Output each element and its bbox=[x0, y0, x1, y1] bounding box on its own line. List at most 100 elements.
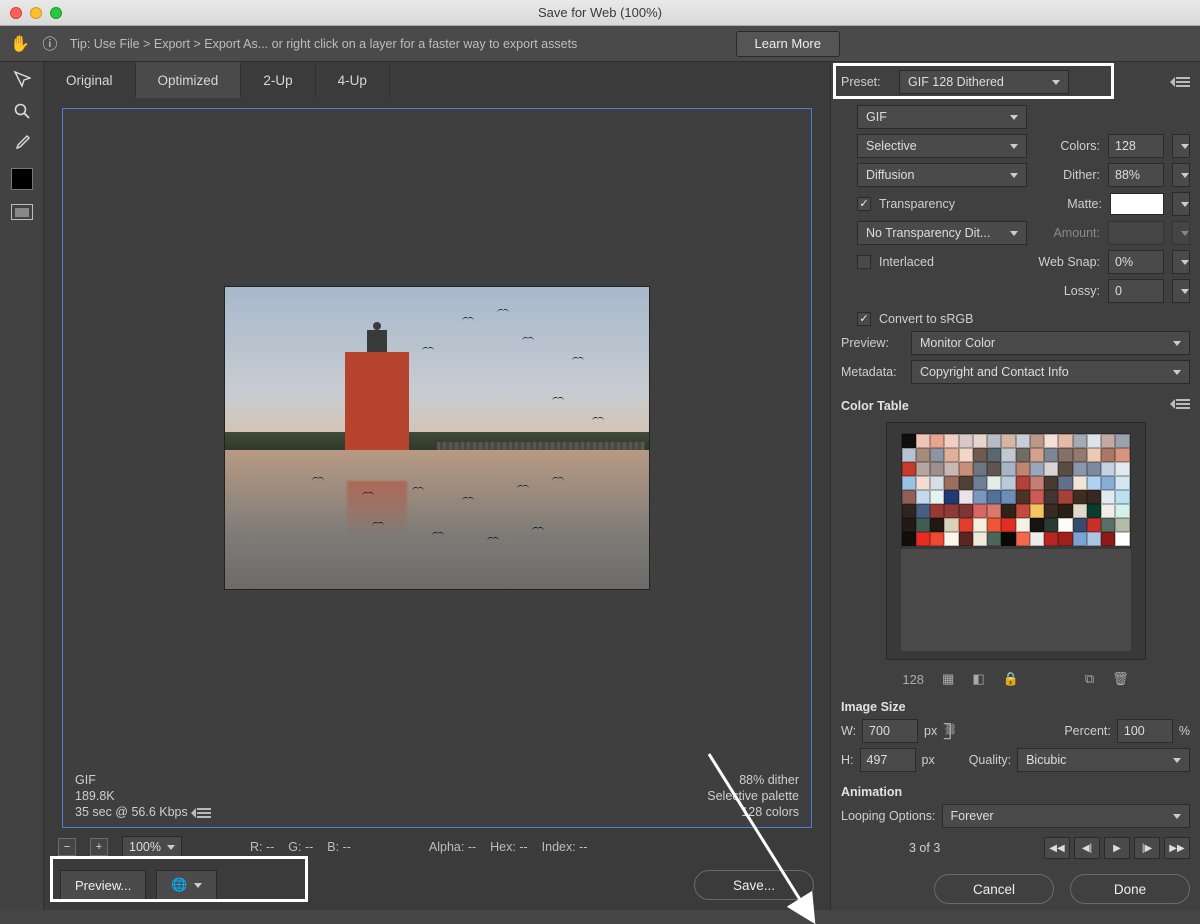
ct-cube-icon[interactable]: ◧ bbox=[972, 671, 984, 687]
reduction-select[interactable]: Selective bbox=[857, 134, 1027, 158]
color-table-cell[interactable] bbox=[916, 448, 930, 462]
color-table-cell[interactable] bbox=[916, 518, 930, 532]
color-table-cell[interactable] bbox=[1101, 490, 1115, 504]
color-table-cell[interactable] bbox=[1058, 476, 1072, 490]
color-table-cell[interactable] bbox=[973, 518, 987, 532]
color-table-cell[interactable] bbox=[916, 532, 930, 546]
color-table-cell[interactable] bbox=[973, 504, 987, 518]
color-table-cell[interactable] bbox=[1073, 490, 1087, 504]
ct-trash-icon[interactable]: 🗑 bbox=[1112, 671, 1129, 687]
color-table-cell[interactable] bbox=[902, 490, 916, 504]
color-table-cell[interactable] bbox=[1087, 504, 1101, 518]
color-table-cell[interactable] bbox=[1044, 518, 1058, 532]
color-table-cell[interactable] bbox=[902, 476, 916, 490]
interlaced-checkbox[interactable] bbox=[857, 255, 871, 269]
color-table-cell[interactable] bbox=[1001, 434, 1015, 448]
color-table-cell[interactable] bbox=[916, 462, 930, 476]
preview-button[interactable]: Preview... bbox=[60, 870, 146, 900]
color-table-cell[interactable] bbox=[1030, 448, 1044, 462]
lossy-stepper[interactable] bbox=[1172, 279, 1190, 303]
color-table-cell[interactable] bbox=[1073, 448, 1087, 462]
color-table-cell[interactable] bbox=[1016, 462, 1030, 476]
color-table-cell[interactable] bbox=[1016, 476, 1030, 490]
color-table-cell[interactable] bbox=[930, 532, 944, 546]
color-table-cell[interactable] bbox=[1087, 518, 1101, 532]
color-table-cell[interactable] bbox=[1030, 504, 1044, 518]
matte-swatch[interactable] bbox=[1110, 193, 1164, 215]
color-table-cell[interactable] bbox=[930, 448, 944, 462]
color-table-cell[interactable] bbox=[1016, 518, 1030, 532]
color-table-cell[interactable] bbox=[902, 518, 916, 532]
quality-select[interactable]: Bicubic bbox=[1017, 748, 1190, 772]
color-table-cell[interactable] bbox=[959, 504, 973, 518]
color-table-cell[interactable] bbox=[1001, 462, 1015, 476]
preview-profile-select[interactable]: Monitor Color bbox=[911, 331, 1190, 355]
color-table-cell[interactable] bbox=[916, 476, 930, 490]
color-table-cell[interactable] bbox=[1073, 462, 1087, 476]
color-table-cell[interactable] bbox=[1001, 476, 1015, 490]
dither-input[interactable]: 88% bbox=[1108, 163, 1164, 187]
zoom-select[interactable]: 100% bbox=[122, 836, 182, 858]
color-table-cell[interactable] bbox=[1001, 532, 1015, 546]
save-button[interactable]: Save... bbox=[694, 870, 814, 900]
color-table-cell[interactable] bbox=[1073, 434, 1087, 448]
preset-select[interactable]: GIF 128 Dithered bbox=[899, 70, 1069, 94]
color-table-cell[interactable] bbox=[930, 504, 944, 518]
color-table-cell[interactable] bbox=[1058, 462, 1072, 476]
color-table-cell[interactable] bbox=[902, 462, 916, 476]
color-table-cell[interactable] bbox=[1073, 476, 1087, 490]
websnap-input[interactable]: 0% bbox=[1108, 250, 1164, 274]
hand-tool-icon[interactable]: ✋ bbox=[10, 34, 30, 54]
color-table-cell[interactable] bbox=[959, 434, 973, 448]
slice-select-tool-icon[interactable] bbox=[8, 67, 36, 91]
color-table-cell[interactable] bbox=[1115, 518, 1129, 532]
color-table-cell[interactable] bbox=[1101, 434, 1115, 448]
color-table-cell[interactable] bbox=[1115, 448, 1129, 462]
color-table-cell[interactable] bbox=[987, 434, 1001, 448]
convert-srgb-checkbox[interactable] bbox=[857, 312, 871, 326]
color-table-cell[interactable] bbox=[1058, 504, 1072, 518]
ct-new-icon[interactable]: ⧉ bbox=[1085, 671, 1094, 687]
ct-snap-icon[interactable]: ▦ bbox=[942, 671, 954, 687]
color-table-cell[interactable] bbox=[1001, 504, 1015, 518]
color-table-cell[interactable] bbox=[1030, 462, 1044, 476]
color-table-cell[interactable] bbox=[1115, 504, 1129, 518]
color-table-menu-icon[interactable] bbox=[1176, 399, 1190, 409]
meta-menu-icon[interactable] bbox=[197, 808, 211, 818]
zoom-tool-icon[interactable] bbox=[8, 99, 36, 123]
tab-4up[interactable]: 4-Up bbox=[316, 62, 390, 98]
color-table-cell[interactable] bbox=[1001, 448, 1015, 462]
color-table-cell[interactable] bbox=[1073, 518, 1087, 532]
color-table-cell[interactable] bbox=[973, 476, 987, 490]
toggle-slices-icon[interactable] bbox=[11, 204, 33, 220]
preview-frame[interactable]: GIF 189.8K 35 sec @ 56.6 Kbps 88% dither… bbox=[62, 108, 812, 828]
color-table-cell[interactable] bbox=[1044, 462, 1058, 476]
color-table-cell[interactable] bbox=[944, 532, 958, 546]
color-table-cell[interactable] bbox=[1087, 490, 1101, 504]
first-frame-button[interactable]: ◀◀ bbox=[1044, 837, 1070, 859]
color-table-cell[interactable] bbox=[987, 476, 1001, 490]
color-table-cell[interactable] bbox=[902, 532, 916, 546]
color-table-cell[interactable] bbox=[1101, 476, 1115, 490]
color-table-cell[interactable] bbox=[930, 518, 944, 532]
color-table-cell[interactable] bbox=[930, 462, 944, 476]
color-table-cell[interactable] bbox=[987, 490, 1001, 504]
color-table-cell[interactable] bbox=[1101, 462, 1115, 476]
color-table-cell[interactable] bbox=[1101, 532, 1115, 546]
color-table-cell[interactable] bbox=[1101, 518, 1115, 532]
color-table-cell[interactable] bbox=[973, 462, 987, 476]
ct-lock-icon[interactable]: 🔒 bbox=[1003, 671, 1019, 687]
matte-select[interactable] bbox=[1172, 192, 1190, 216]
tab-optimized[interactable]: Optimized bbox=[136, 62, 242, 98]
color-table-cell[interactable] bbox=[1044, 476, 1058, 490]
transparency-dither-select[interactable]: No Transparency Dit... bbox=[857, 221, 1027, 245]
browser-preview-button[interactable]: 🌐 bbox=[156, 870, 216, 900]
color-table-cell[interactable] bbox=[1030, 476, 1044, 490]
color-table-cell[interactable] bbox=[1115, 476, 1129, 490]
last-frame-button[interactable]: ▶▶ bbox=[1164, 837, 1190, 859]
color-table-cell[interactable] bbox=[1044, 490, 1058, 504]
color-table-cell[interactable] bbox=[1044, 504, 1058, 518]
lossy-input[interactable]: 0 bbox=[1108, 279, 1164, 303]
color-table-cell[interactable] bbox=[1087, 434, 1101, 448]
color-table-cell[interactable] bbox=[902, 504, 916, 518]
